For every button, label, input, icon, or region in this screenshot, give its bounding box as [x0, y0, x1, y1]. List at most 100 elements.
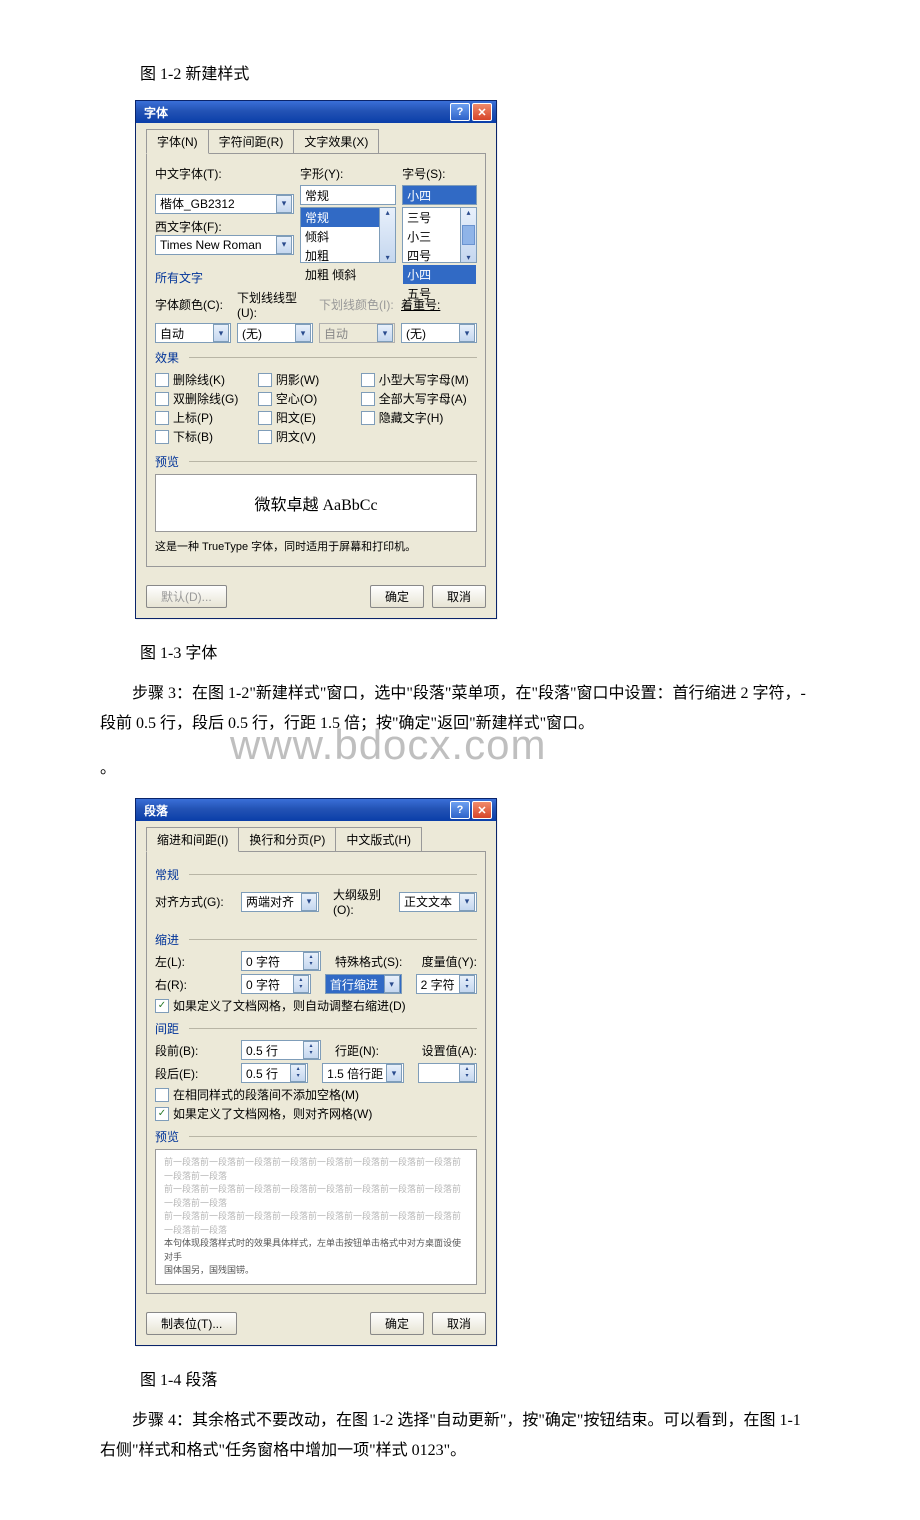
chk-engrave[interactable]: 阴文(V): [258, 428, 355, 445]
step3-paragraph: 步骤 3：在图 1-2"新建样式"窗口，选中"段落"菜单项，在"段落"窗口中设置…: [100, 679, 820, 740]
scrollbar[interactable]: ▴▾: [460, 208, 476, 262]
chk-shadow[interactable]: 阴影(W): [258, 371, 355, 388]
style-input[interactable]: 常规: [300, 185, 396, 205]
label-underline: 下划线线型(U):: [237, 291, 297, 320]
font-tab-panel: 中文字体(T): 字形(Y): 字号(S): 楷体_GB2312▾ 西文字体(F…: [146, 153, 486, 567]
font-note: 这是一种 TrueType 字体，同时适用于屏幕和打印机。: [155, 536, 477, 558]
linespace-value: 1.5 倍行距: [327, 1065, 383, 1082]
after-spin[interactable]: 0.5 行▴▾: [241, 1063, 308, 1083]
chk-smallcaps[interactable]: 小型大写字母(M): [361, 371, 477, 388]
close-button[interactable]: ✕: [472, 103, 492, 121]
before-value: 0.5 行: [246, 1042, 278, 1059]
tab-indent-spacing[interactable]: 缩进和间距(I): [146, 827, 239, 852]
chk-hollow[interactable]: 空心(O): [258, 390, 355, 407]
label-right: 右(R):: [155, 976, 235, 993]
label-special: 特殊格式(S):: [335, 953, 402, 970]
by-spin[interactable]: 2 字符▴▾: [416, 974, 477, 994]
indent-right-spin[interactable]: 0 字符 ▴▾: [241, 974, 311, 994]
style-listbox[interactable]: 常规 倾斜 加粗 加粗 倾斜 ▴▾: [300, 207, 396, 263]
chevron-down-icon: ▾: [276, 195, 292, 213]
ok-button[interactable]: 确定: [370, 1312, 424, 1335]
para-tabs: 缩进和间距(I) 换行和分页(P) 中文版式(H): [146, 827, 486, 852]
style-value: 常规: [305, 187, 329, 204]
tab-line-page-break[interactable]: 换行和分页(P): [238, 827, 336, 852]
list-item[interactable]: 小四: [403, 265, 476, 284]
before-spin[interactable]: 0.5 行 ▴▾: [241, 1040, 321, 1060]
para-tab-panel: 常规 对齐方式(G): 两端对齐▾ 大纲级别(O): 正文文本▾ 缩进 左(L)…: [146, 851, 486, 1294]
help-button[interactable]: ?: [450, 801, 470, 819]
list-item[interactable]: 五号: [403, 284, 476, 303]
indent-left-spin[interactable]: 0 字符▴▾: [241, 951, 321, 971]
linespace-combo[interactable]: 1.5 倍行距▾: [322, 1063, 404, 1083]
para-preview-box: 前一段落前一段落前一段落前一段落前一段落前一段落前一段落前一段落前一段落前一段落…: [155, 1149, 477, 1285]
underline-value: (无): [242, 325, 262, 342]
align-combo[interactable]: 两端对齐▾: [241, 892, 319, 912]
underline-combo[interactable]: (无) ▾: [237, 323, 313, 343]
label-before: 段前(B):: [155, 1042, 235, 1059]
tab-spacing[interactable]: 字符间距(R): [208, 129, 295, 154]
underline-color-combo: 自动 ▾: [319, 323, 395, 343]
chk-allcaps[interactable]: 全部大写字母(A): [361, 390, 477, 407]
spinner-icon: ▴▾: [459, 1064, 475, 1082]
label-align: 对齐方式(G):: [155, 893, 235, 910]
outline-combo[interactable]: 正文文本▾: [399, 892, 477, 912]
chevron-down-icon: ▾: [377, 324, 393, 342]
label-at: 设置值(A):: [422, 1042, 477, 1059]
ok-button[interactable]: 确定: [370, 585, 424, 608]
font-tabs: 字体(N) 字符间距(R) 文字效果(X): [146, 129, 486, 154]
tab-cjk[interactable]: 中文版式(H): [335, 827, 422, 852]
tab-font[interactable]: 字体(N): [146, 129, 209, 154]
chevron-down-icon: ▾: [295, 324, 311, 342]
chk-emboss[interactable]: 阳文(E): [258, 409, 355, 426]
chk-grid-indent[interactable]: 如果定义了文档网格，则自动调整右缩进(D): [155, 997, 477, 1014]
font-dialog-titlebar[interactable]: 字体 ? ✕: [136, 101, 496, 123]
paragraph-dialog-titlebar[interactable]: 段落 ? ✕: [136, 799, 496, 821]
chk-subscript[interactable]: 下标(B): [155, 428, 252, 445]
label-style: 字形(Y):: [300, 167, 343, 181]
underline-color-value: 自动: [324, 325, 348, 342]
scrollbar[interactable]: ▴▾: [379, 208, 395, 262]
cn-font-combo[interactable]: 楷体_GB2312▾: [155, 194, 294, 214]
font-color-combo[interactable]: 自动▾: [155, 323, 231, 343]
tabs-button[interactable]: 制表位(T)...: [146, 1312, 237, 1335]
chevron-down-icon: ▾: [459, 893, 475, 911]
spinner-icon: ▴▾: [459, 975, 475, 993]
size-listbox[interactable]: 三号 小三 四号 小四 五号 ▴▾: [402, 207, 477, 263]
chk-double-strike[interactable]: 双删除线(G): [155, 390, 252, 407]
label-en-font: 西文字体(F):: [155, 220, 222, 234]
cancel-button[interactable]: 取消: [432, 1312, 486, 1335]
chevron-down-icon: ▾: [384, 975, 400, 993]
figure-caption-1-2: 图 1-2 新建样式: [140, 60, 820, 84]
size-value: 小四: [407, 187, 431, 204]
indent-right-value: 0 字符: [246, 976, 280, 993]
spinner-icon: ▴▾: [293, 975, 309, 993]
label-underline-color: 下划线颜色(I):: [319, 298, 394, 312]
label-after: 段后(E):: [155, 1065, 235, 1082]
help-button[interactable]: ?: [450, 103, 470, 121]
indent-left-value: 0 字符: [246, 953, 280, 970]
after-value: 0.5 行: [246, 1065, 278, 1082]
special-combo[interactable]: 首行缩进▾: [325, 974, 402, 994]
at-spin[interactable]: ▴▾: [418, 1063, 477, 1083]
default-button[interactable]: 默认(D)...: [146, 585, 227, 608]
spinner-icon: ▴▾: [303, 1041, 319, 1059]
en-font-combo[interactable]: Times New Roman▾: [155, 235, 294, 255]
chk-superscript[interactable]: 上标(P): [155, 409, 252, 426]
emphasis-combo[interactable]: (无)▾: [401, 323, 477, 343]
chk-strike[interactable]: 删除线(K): [155, 371, 252, 388]
chk-hidden[interactable]: 隐藏文字(H): [361, 409, 477, 426]
close-button[interactable]: ✕: [472, 801, 492, 819]
label-color: 字体颜色(C):: [155, 298, 223, 312]
size-input[interactable]: 小四: [402, 185, 477, 205]
cancel-button[interactable]: 取消: [432, 585, 486, 608]
figure-caption-1-4: 图 1-4 段落: [140, 1366, 820, 1390]
chk-grid-snap[interactable]: 如果定义了文档网格，则对齐网格(W): [155, 1105, 477, 1122]
label-outline: 大纲级别(O):: [333, 886, 393, 917]
list-item[interactable]: 加粗 倾斜: [301, 265, 395, 284]
section-effects: 效果: [155, 349, 477, 366]
tab-text-effects[interactable]: 文字效果(X): [293, 129, 379, 154]
label-cn-font: 中文字体(T):: [155, 167, 222, 181]
align-value: 两端对齐: [246, 893, 294, 910]
chevron-down-icon: ▾: [276, 236, 292, 254]
chk-no-space-same-style[interactable]: 在相同样式的段落间不添加空格(M): [155, 1086, 477, 1103]
